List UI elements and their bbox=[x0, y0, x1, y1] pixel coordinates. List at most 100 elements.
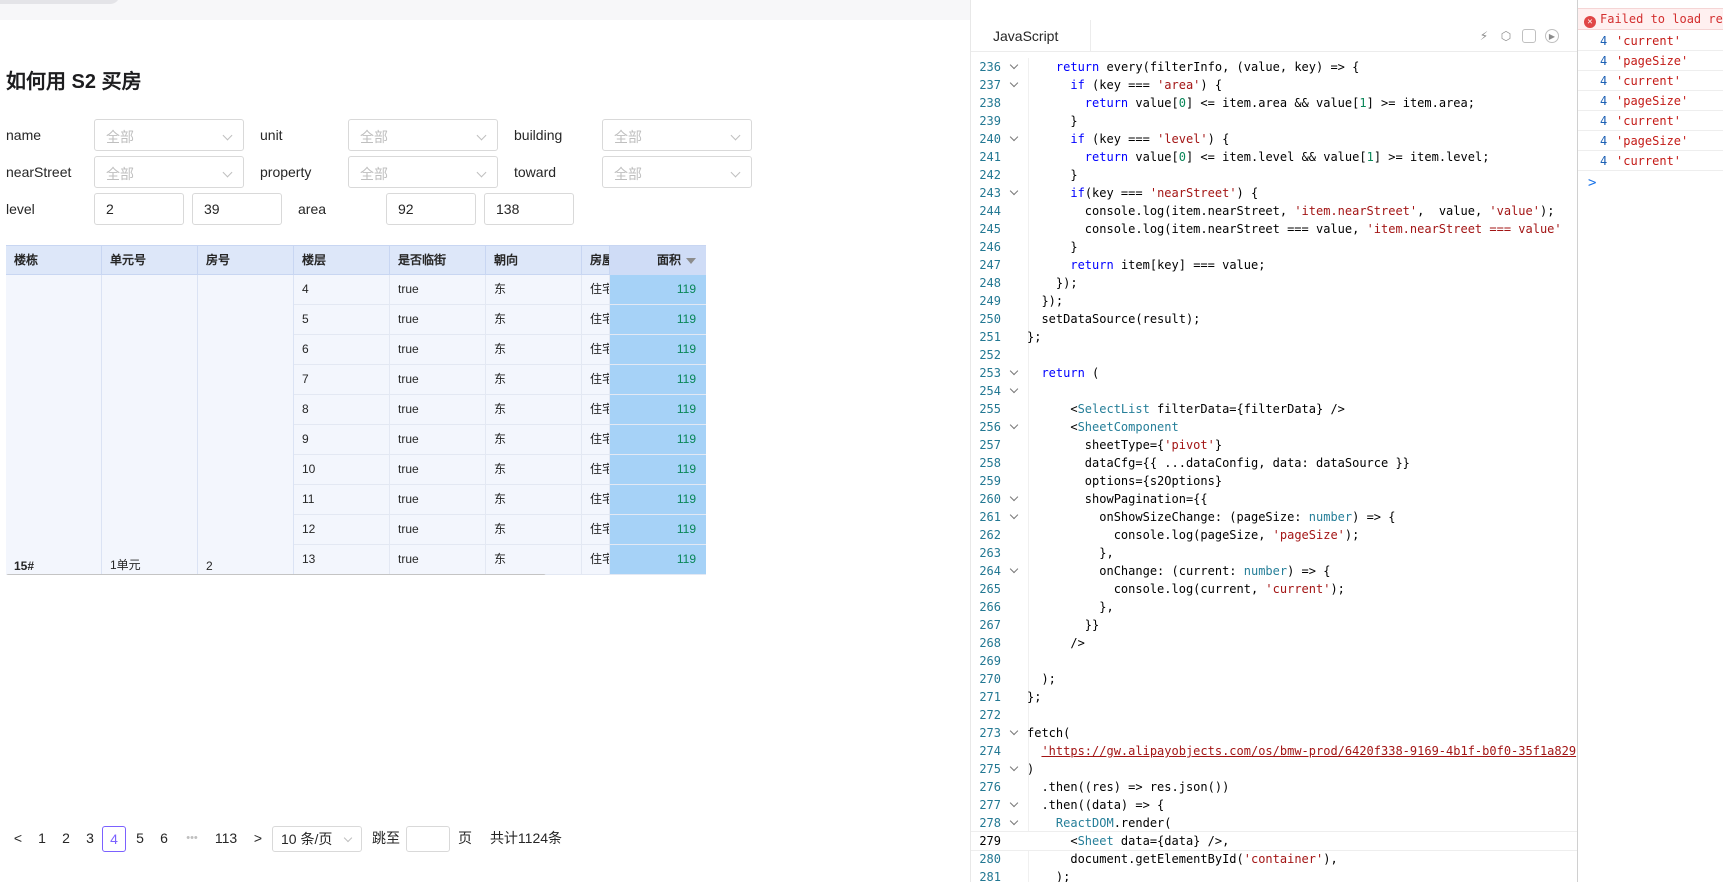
table-cell[interactable]: 东 bbox=[486, 305, 582, 334]
code-line[interactable]: 238 return value[0] <= item.area && valu… bbox=[971, 94, 1577, 112]
table-row[interactable]: 10true东住宅119 bbox=[294, 455, 706, 485]
code-line[interactable]: 266 }, bbox=[971, 598, 1577, 616]
code-line[interactable]: 242 } bbox=[971, 166, 1577, 184]
page-item[interactable]: 3 bbox=[82, 826, 98, 852]
code-line[interactable]: 281 ); bbox=[971, 868, 1577, 882]
table-cell[interactable]: 9 bbox=[294, 425, 390, 454]
table-cell[interactable]: 7 bbox=[294, 365, 390, 394]
level-max-input[interactable]: 39 bbox=[192, 193, 282, 225]
table-cell[interactable]: 10 bbox=[294, 455, 390, 484]
table-cell[interactable]: 住宅 bbox=[582, 515, 610, 544]
column-header[interactable]: 朝向 bbox=[486, 246, 582, 275]
code-line[interactable]: 245 console.log(item.nearStreet === valu… bbox=[971, 220, 1577, 238]
top-tab-pill[interactable] bbox=[0, 0, 120, 4]
table-cell[interactable]: 4 bbox=[294, 275, 390, 304]
column-header[interactable]: 房屋 bbox=[582, 246, 610, 275]
code-line[interactable]: 269 bbox=[971, 652, 1577, 670]
table-cell[interactable]: 住宅 bbox=[582, 485, 610, 514]
fold-chevron-icon[interactable] bbox=[1009, 132, 1019, 142]
cube-icon[interactable]: ⬡ bbox=[1499, 29, 1513, 43]
pivot-table[interactable]: 楼栋 单元号 房号 楼层 是否临街 朝向 房屋 面积 15# 1单元 2 4tr… bbox=[6, 245, 706, 575]
code-line[interactable]: 258 dataCfg={{ ...dataConfig, data: data… bbox=[971, 454, 1577, 472]
code-line[interactable]: 261 onShowSizeChange: (pageSize: number)… bbox=[971, 508, 1577, 526]
table-cell[interactable]: 东 bbox=[486, 485, 582, 514]
code-line[interactable]: 236 return every(filterInfo, (value, key… bbox=[971, 58, 1577, 76]
table-cell[interactable]: true bbox=[390, 275, 486, 304]
table-row[interactable]: 6true东住宅119 bbox=[294, 335, 706, 365]
code-line[interactable]: 254 bbox=[971, 382, 1577, 400]
table-row[interactable]: 9true东住宅119 bbox=[294, 425, 706, 455]
table-cell[interactable]: true bbox=[390, 455, 486, 484]
code-line[interactable]: 260 showPagination={{ bbox=[971, 490, 1577, 508]
unit-select[interactable]: 全部 bbox=[348, 119, 498, 151]
area-cell[interactable]: 119 bbox=[610, 545, 706, 574]
area-cell[interactable]: 119 bbox=[610, 395, 706, 424]
code-line[interactable]: 255 <SelectList filterData={filterData} … bbox=[971, 400, 1577, 418]
code-line[interactable]: 280 document.getElementById('container')… bbox=[971, 850, 1577, 868]
page-item[interactable]: 5 bbox=[132, 826, 148, 852]
console-prompt[interactable]: > bbox=[1588, 175, 1596, 191]
nearstreet-select[interactable]: 全部 bbox=[94, 156, 244, 188]
area-cell[interactable]: 119 bbox=[610, 305, 706, 334]
table-cell[interactable]: 东 bbox=[486, 275, 582, 304]
page-item-last[interactable]: 113 bbox=[210, 826, 242, 852]
code-line[interactable]: 239 } bbox=[971, 112, 1577, 130]
table-cell[interactable]: true bbox=[390, 545, 486, 574]
tab-javascript[interactable]: JavaScript bbox=[971, 20, 1091, 52]
table-cell[interactable]: 东 bbox=[486, 545, 582, 574]
fold-chevron-icon[interactable] bbox=[1009, 366, 1019, 376]
table-cell[interactable]: 东 bbox=[486, 365, 582, 394]
code-line[interactable]: 244 console.log(item.nearStreet, 'item.n… bbox=[971, 202, 1577, 220]
horizontal-scrollbar[interactable] bbox=[6, 574, 546, 575]
code-line[interactable]: 262 console.log(pageSize, 'pageSize'); bbox=[971, 526, 1577, 544]
column-header[interactable]: 房号 bbox=[198, 246, 294, 275]
area-cell[interactable]: 119 bbox=[610, 425, 706, 454]
area-cell[interactable]: 119 bbox=[610, 275, 706, 304]
toward-select[interactable]: 全部 bbox=[602, 156, 752, 188]
code-line[interactable]: 271}; bbox=[971, 688, 1577, 706]
fold-chevron-icon[interactable] bbox=[1009, 78, 1019, 88]
code-line[interactable]: 256 <SheetComponent bbox=[971, 418, 1577, 436]
lightning-icon[interactable]: ⚡ bbox=[1477, 29, 1491, 43]
table-cell[interactable]: 住宅 bbox=[582, 455, 610, 484]
area-cell[interactable]: 119 bbox=[610, 335, 706, 364]
table-cell[interactable]: 6 bbox=[294, 335, 390, 364]
code-line[interactable]: 274 'https://gw.alipayobjects.com/os/bmw… bbox=[971, 742, 1577, 760]
table-cell[interactable]: true bbox=[390, 365, 486, 394]
table-cell[interactable]: 8 bbox=[294, 395, 390, 424]
fold-chevron-icon[interactable] bbox=[1009, 60, 1019, 70]
area-max-input[interactable]: 138 bbox=[484, 193, 574, 225]
code-line[interactable]: 240 if (key === 'level') { bbox=[971, 130, 1577, 148]
code-line[interactable]: 264 onChange: (current: number) => { bbox=[971, 562, 1577, 580]
table-cell[interactable]: 住宅 bbox=[582, 305, 610, 334]
code-line[interactable]: 243 if(key === 'nearStreet') { bbox=[971, 184, 1577, 202]
table-cell[interactable]: true bbox=[390, 335, 486, 364]
fold-chevron-icon[interactable] bbox=[1009, 564, 1019, 574]
code-line[interactable]: 237 if (key === 'area') { bbox=[971, 76, 1577, 94]
table-cell[interactable]: 住宅 bbox=[582, 425, 610, 454]
fold-chevron-icon[interactable] bbox=[1009, 510, 1019, 520]
table-cell[interactable]: 12 bbox=[294, 515, 390, 544]
code-line[interactable]: 279 <Sheet data={data} />, bbox=[971, 831, 1577, 851]
sort-desc-icon[interactable] bbox=[686, 257, 696, 264]
code-line[interactable]: 250 setDataSource(result); bbox=[971, 310, 1577, 328]
level-min-input[interactable]: 2 bbox=[94, 193, 184, 225]
code-line[interactable]: 248 }); bbox=[971, 274, 1577, 292]
building-select[interactable]: 全部 bbox=[602, 119, 752, 151]
code-line[interactable]: 253 return ( bbox=[971, 364, 1577, 382]
table-cell[interactable]: true bbox=[390, 485, 486, 514]
table-cell[interactable]: 13 bbox=[294, 545, 390, 574]
code-line[interactable]: 263 }, bbox=[971, 544, 1577, 562]
table-cell[interactable]: 东 bbox=[486, 455, 582, 484]
code-line[interactable]: 277 .then((data) => { bbox=[971, 796, 1577, 814]
table-row[interactable]: 8true东住宅119 bbox=[294, 395, 706, 425]
page-size-select[interactable]: 10 条/页 bbox=[272, 826, 362, 852]
fold-chevron-icon[interactable] bbox=[1009, 492, 1019, 502]
table-row[interactable]: 5true东住宅119 bbox=[294, 305, 706, 335]
table-row[interactable]: 4true东住宅119 bbox=[294, 275, 706, 305]
code-line[interactable]: 259 options={s2Options} bbox=[971, 472, 1577, 490]
code-line[interactable]: 272 bbox=[971, 706, 1577, 724]
code-line[interactable]: 278 ReactDOM.render( bbox=[971, 814, 1577, 832]
area-cell[interactable]: 119 bbox=[610, 515, 706, 544]
table-cell[interactable]: 东 bbox=[486, 515, 582, 544]
